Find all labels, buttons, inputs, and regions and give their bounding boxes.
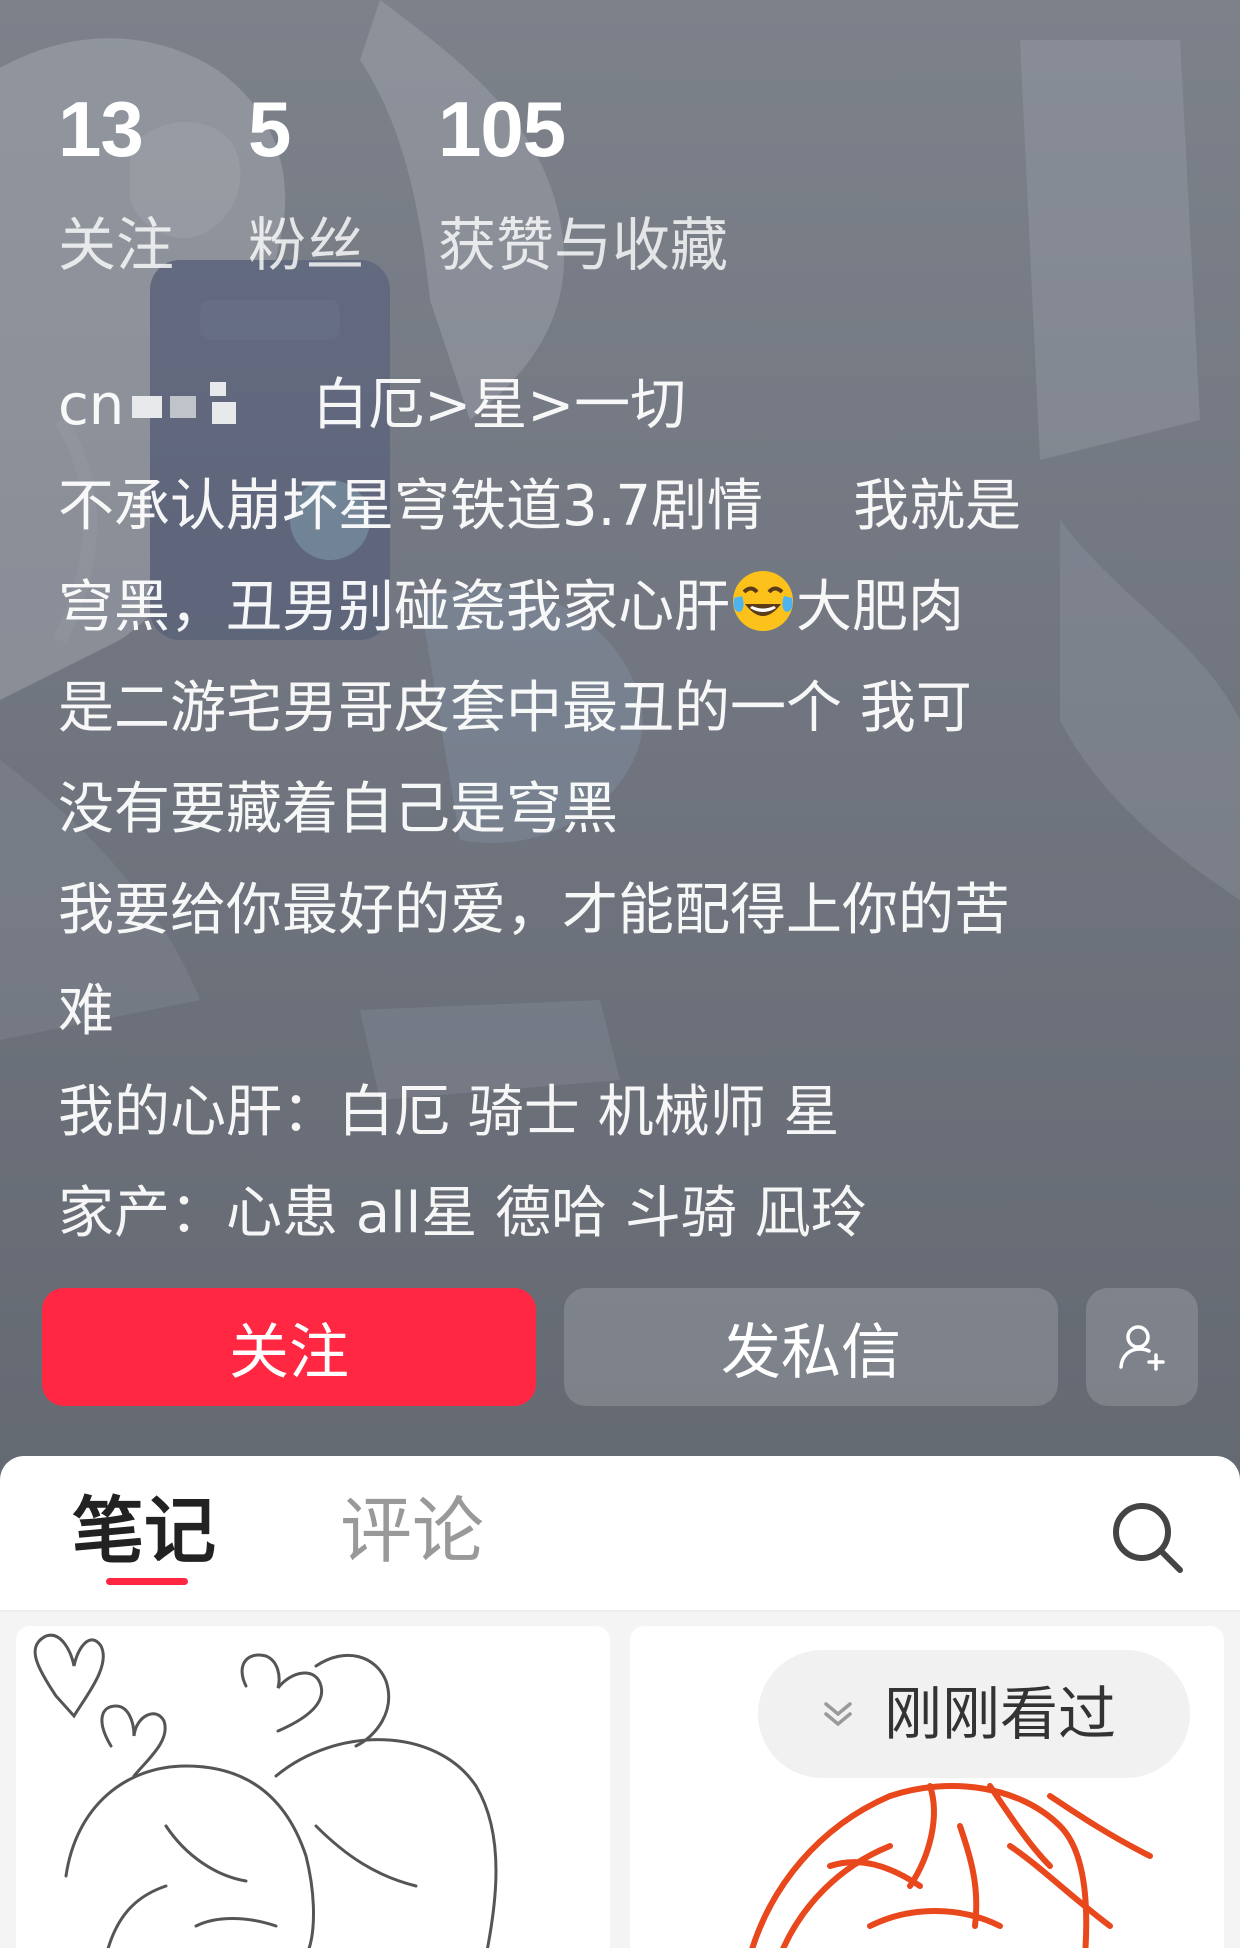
bio-line: cn 白厄>星>一切 (58, 355, 1198, 456)
note-cover-sketch (33, 1633, 498, 1948)
followers-stat[interactable]: 5 粉丝 (248, 84, 364, 280)
bio-line: 我的心肝：白厄 骑士 机械师 星 (58, 1080, 840, 1145)
likes-collects-label: 获赞与收藏 (438, 211, 729, 279)
notes-feed: 刚刚看过 (0, 1612, 1240, 1948)
bio-text: 穹黑，丑男别碰瓷我家心肝 (58, 575, 730, 640)
bio-line: 我要给你最好的爱，才能配得上你的苦 (58, 878, 1010, 943)
profile-bio: cn 白厄>星>一切 不承认崩坏星穹铁道3.7剧情 我就是 穹黑，丑男别碰瓷我家心肝… (58, 355, 1198, 1264)
profile-header: 13 关注 5 粉丝 105 获赞与收藏 cn 白厄>星>一切 不承认崩坏星穹铁道… (0, 0, 1240, 1470)
search-button[interactable] (1108, 1498, 1188, 1578)
chevron-down-icon (824, 1702, 852, 1727)
bio-line: 家产：心患 all星 德哈 斗骑 凪玲 (58, 1181, 867, 1246)
following-count: 13 (58, 85, 144, 173)
just-viewed-badge[interactable]: 刚刚看过 (758, 1650, 1190, 1778)
likes-collects-count: 105 (438, 85, 566, 173)
add-friend-button[interactable] (1086, 1288, 1198, 1406)
bio-line: 是二游宅男哥皮套中最丑的一个 我可 (58, 676, 972, 741)
profile-actions: 关注 发私信 (0, 1288, 1240, 1408)
followers-label: 粉丝 (248, 211, 365, 279)
just-viewed-label: 刚刚看过 (884, 1680, 1117, 1748)
tab-notes[interactable]: 笔记 (72, 1486, 216, 1576)
followers-count: 5 (248, 85, 291, 173)
profile-stats: 13 关注 5 粉丝 105 获赞与收藏 (0, 84, 1240, 304)
bio-line: 难 (58, 979, 114, 1044)
likes-collects-stat[interactable]: 105 获赞与收藏 (438, 84, 728, 280)
content-panel: 笔记 评论 刚刚看过 (0, 1456, 1240, 1948)
bio-text: 我就是 (853, 474, 1022, 539)
bio-line: 不承认崩坏星穹铁道3.7剧情 我就是 (58, 456, 1198, 557)
bio-line: 穹黑，丑男别碰瓷我家心肝 大肥肉 (58, 557, 1198, 658)
tab-comments[interactable]: 评论 (340, 1486, 484, 1576)
bio-line: 没有要藏着自己是穹黑 (58, 777, 618, 842)
follow-button[interactable]: 关注 (42, 1288, 536, 1406)
send-message-button[interactable]: 发私信 (564, 1288, 1058, 1406)
bio-text: 不承认崩坏星穹铁道3.7剧情 (58, 474, 764, 539)
redacted-mosaic (128, 380, 248, 430)
following-label: 关注 (58, 211, 175, 279)
search-icon (1113, 1503, 1183, 1573)
note-card[interactable]: 刚刚看过 (630, 1626, 1224, 1948)
person-add-icon (1119, 1325, 1165, 1371)
content-tabs: 笔记 评论 (0, 1456, 1240, 1612)
note-card[interactable] (16, 1626, 610, 1948)
active-tab-indicator (106, 1578, 188, 1585)
bio-text: 大肥肉 (796, 575, 964, 640)
bio-tagline: 白厄>星>一切 (312, 373, 687, 438)
following-stat[interactable]: 13 关注 (58, 84, 174, 280)
face-with-tears-of-joy-emoji (733, 571, 793, 631)
bio-id-prefix: cn (58, 373, 125, 438)
